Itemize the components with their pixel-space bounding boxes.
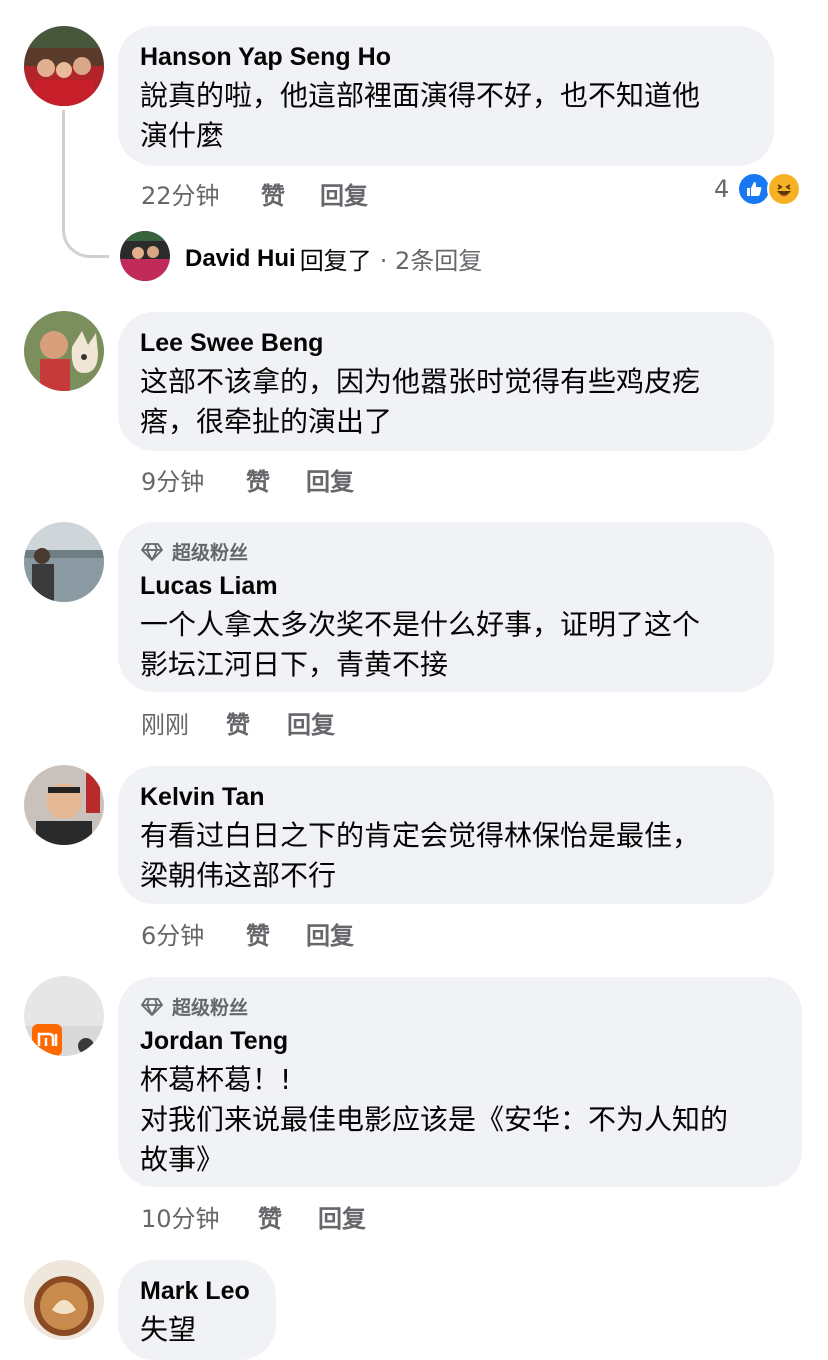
reactions-summary[interactable]: 4 xyxy=(714,172,802,206)
reply-avatar[interactable] xyxy=(120,231,170,281)
reply-button[interactable]: 回复 xyxy=(287,705,335,740)
comment-bubble: 超级粉丝 Jordan Teng 杯葛杯葛！! 对我们来说最佳电影应该是《安华：… xyxy=(118,977,802,1187)
comment-author[interactable]: Hanson Yap Seng Ho xyxy=(140,42,752,72)
reply-button[interactable]: 回复 xyxy=(318,1199,366,1234)
like-reaction-icon xyxy=(737,172,772,206)
diamond-icon xyxy=(141,542,163,561)
comment-bubble: Mark Leo 失望 xyxy=(118,1260,276,1360)
comment-text-line: 影坛江河日下，青黄不接 xyxy=(140,648,449,681)
haha-reaction-icon xyxy=(767,172,802,206)
like-button[interactable]: 赞 xyxy=(258,1199,282,1234)
comment-bubble: Kelvin Tan 有看过白日之下的肯定会觉得林保怡是最佳， 梁朝伟这部不行 xyxy=(118,766,774,904)
comment-text-line: 梁朝伟这部不行 xyxy=(140,859,337,892)
reply-button[interactable]: 回复 xyxy=(306,916,354,951)
comment-time: 22分钟 xyxy=(141,182,220,210)
like-button[interactable]: 赞 xyxy=(246,916,270,951)
avatar[interactable] xyxy=(24,765,104,845)
badge-label: 超级粉丝 xyxy=(172,542,249,564)
comment-text-line: 一个人拿太多次奖不是什么好事，证明了这个 xyxy=(140,608,701,641)
like-button[interactable]: 赞 xyxy=(261,176,285,211)
comment-time: 9分钟 xyxy=(141,468,205,496)
comment-text-line: 杯葛杯葛！! xyxy=(140,1063,292,1096)
reply-count: · 2条回复 xyxy=(379,247,483,275)
like-button[interactable]: 赞 xyxy=(246,462,270,497)
diamond-icon xyxy=(141,997,163,1016)
comment-time: 6分钟 xyxy=(141,922,205,950)
comment-author[interactable]: Kelvin Tan xyxy=(140,782,752,812)
badge-label: 超级粉丝 xyxy=(172,997,249,1019)
avatar[interactable] xyxy=(24,976,104,1056)
comment-author[interactable]: Lee Swee Beng xyxy=(140,328,752,358)
view-replies-link[interactable]: David Hui 回复了 · 2条回复 xyxy=(185,241,482,276)
avatar[interactable] xyxy=(24,26,104,106)
comment-text-line: 有看过白日之下的肯定会觉得林保怡是最佳， xyxy=(140,819,701,852)
reply-author: David Hui xyxy=(185,244,296,272)
comment-bubble: Lee Swee Beng 这部不该拿的，因为他嚣张时觉得有些鸡皮疙 瘩，很牵扯… xyxy=(118,312,774,451)
reply-button[interactable]: 回复 xyxy=(306,462,354,497)
avatar[interactable] xyxy=(24,522,104,602)
comment-time: 10分钟 xyxy=(141,1205,220,1233)
avatar[interactable] xyxy=(24,1260,104,1340)
comment-bubble: Hanson Yap Seng Ho 說真的啦，他這部裡面演得不好，也不知道他 … xyxy=(118,26,774,166)
comment-text-line: 演什麼 xyxy=(140,119,225,152)
avatar[interactable] xyxy=(24,311,104,391)
top-fan-badge: 超级粉丝 xyxy=(140,993,780,1020)
comment-author[interactable]: Mark Leo xyxy=(140,1276,254,1306)
reply-button[interactable]: 回复 xyxy=(320,176,368,211)
comment-text-line: 瘩，很牵扯的演出了 xyxy=(140,405,393,438)
comment-text-line: 故事》 xyxy=(140,1143,225,1176)
comment-text-line: 对我们来说最佳电影应该是《安华：不为人知的 xyxy=(140,1103,729,1136)
reply-thread-line xyxy=(62,110,109,258)
reply-action: 回复了 xyxy=(299,247,372,275)
reaction-count: 4 xyxy=(714,175,730,203)
comment-bubble: 超级粉丝 Lucas Liam 一个人拿太多次奖不是什么好事，证明了这个 影坛江… xyxy=(118,522,774,692)
comment-text-line: 說真的啦，他這部裡面演得不好，也不知道他 xyxy=(140,79,701,112)
comment-text-line: 这部不该拿的，因为他嚣张时觉得有些鸡皮疙 xyxy=(140,365,701,398)
top-fan-badge: 超级粉丝 xyxy=(140,538,752,565)
comment-text-line: 失望 xyxy=(140,1313,197,1346)
comment-author[interactable]: Jordan Teng xyxy=(140,1026,780,1056)
like-button[interactable]: 赞 xyxy=(226,705,250,740)
comment-author[interactable]: Lucas Liam xyxy=(140,571,752,601)
comment-time: 刚刚 xyxy=(141,711,189,739)
